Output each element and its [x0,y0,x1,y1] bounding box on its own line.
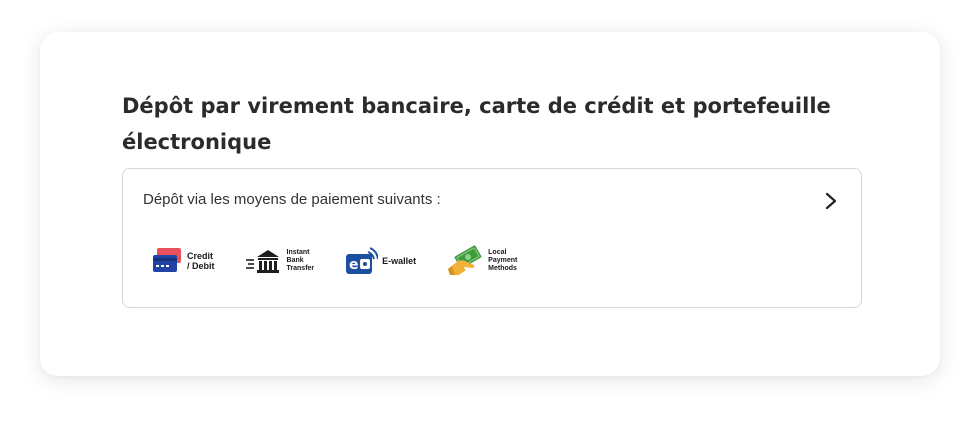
credit-card-icon [153,248,181,272]
method-instant-bank-transfer: Instant Bank Transfer [245,246,315,276]
method-credit-debit: Credit / Debit [151,246,215,276]
method-label: E-wallet [382,256,417,266]
cash-hand-icon [448,245,482,275]
chevron-right-icon [825,192,837,210]
method-label: Local Payment Methods [488,249,518,272]
ewallet-icon: e [346,247,379,274]
methods-subtitle: Dépôt via les moyens de paiement suivant… [143,191,441,208]
section-title: Dépôt par virement bancaire, carte de cr… [122,94,831,154]
payment-methods-list: Credit / Debit Instant Bank Transfer e E… [151,243,547,279]
bank-icon [245,250,279,273]
method-local-payment: Local Payment Methods [446,245,517,277]
method-label: Instant Bank Transfer [286,249,315,272]
method-label: Credit / Debit [187,251,215,271]
deposit-card: Dépôt par virement bancaire, carte de cr… [40,32,940,376]
svg-text:e: e [349,257,359,273]
deposit-methods-button[interactable]: Dépôt via les moyens de paiement suivant… [122,168,862,308]
method-e-wallet: e E-wallet [344,246,416,276]
